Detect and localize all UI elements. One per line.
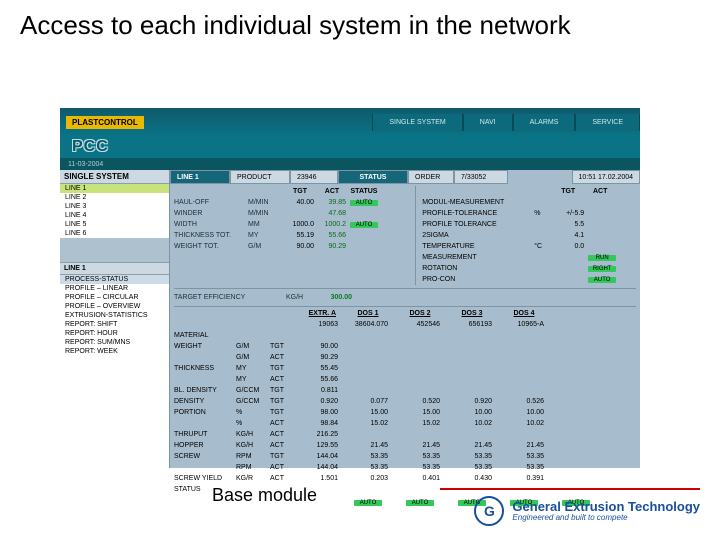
menu-report-summns[interactable]: REPORT: SUM/MNS — [60, 338, 169, 347]
status-product-label: PRODUCT — [230, 170, 290, 184]
hdr-act-r: ACT — [586, 188, 618, 195]
right-row: ROTATIONRIGHT — [422, 263, 636, 274]
tab-alarms[interactable]: ALARMS — [513, 114, 576, 131]
status-status-label: STATUS — [338, 170, 408, 184]
tab-single-system[interactable]: SINGLE SYSTEM — [372, 114, 462, 131]
sidebar-header-line: LINE 1 — [60, 262, 169, 275]
dos-row: THRUPUTKG/HACT216.25 — [174, 431, 636, 442]
status-bar: LINE 1 PRODUCT 23946 STATUS ORDER 7/3305… — [170, 170, 640, 184]
status-product-value: 23946 — [290, 170, 338, 184]
logo-tagline: Engineered and built to compete — [512, 513, 700, 522]
right-row: TEMPERATURE°C0.0 — [422, 241, 636, 252]
sidebar-lines: LINE 1 LINE 2 LINE 3 LINE 4 LINE 5 LINE … — [60, 184, 169, 238]
tab-service[interactable]: SERVICE — [575, 114, 640, 131]
sidebar-menu: PROCESS-STATUS PROFILE – LINEAR PROFILE … — [60, 275, 169, 468]
sidebar-line-6[interactable]: LINE 6 — [60, 229, 169, 238]
right-row: MODUL-MEASUREMENT — [422, 197, 636, 208]
logo-mark-icon: G — [474, 496, 504, 526]
dos-row: DENSITYG/CCMTGT0.9200.0770.5200.9200.526 — [174, 398, 636, 409]
dos-codes: 19063 38604.070 452546 656193 10965-A — [174, 321, 636, 332]
sidebar-line-5[interactable]: LINE 5 — [60, 220, 169, 229]
top-tabs: SINGLE SYSTEM NAVI ALARMS SERVICE — [372, 114, 640, 131]
auto-btn-extr[interactable]: AUTO — [354, 500, 382, 506]
status-order-value: 7/33052 — [454, 170, 508, 184]
hdr-tgt: TGT — [286, 188, 318, 195]
sidebar-line-4[interactable]: LINE 4 — [60, 211, 169, 220]
dos-row: BL. DENSITYG/CCMTGT0.811 — [174, 387, 636, 398]
tab-navi[interactable]: NAVI — [463, 114, 513, 131]
menu-report-shift[interactable]: REPORT: SHIFT — [60, 320, 169, 329]
slide-caption: Base module — [212, 485, 317, 506]
dos-row: SCREWRPMTGT144.0453.3553.3553.3553.35 — [174, 453, 636, 464]
dos-row: PORTION%TGT98.0015.0015.0010.0010.00 — [174, 409, 636, 420]
app-window: PLASTCONTROL SINGLE SYSTEM NAVI ALARMS S… — [60, 108, 640, 468]
dos-row: %ACT98.8415.0215.0210.0210.02 — [174, 420, 636, 431]
hdr-act: ACT — [318, 188, 350, 195]
top-row: HAUL-OFFM/MIN40.0039.85AUTO — [174, 197, 409, 208]
efficiency-row: TARGET EFFICIENCY KG/H 300.00 — [174, 292, 636, 303]
auto-btn-1[interactable]: AUTO — [406, 500, 434, 506]
hdr-status: STATUS — [350, 188, 382, 195]
red-divider — [440, 488, 700, 490]
top-row: THICKNESS TOT.MY55.1955.66 — [174, 230, 409, 241]
pcc-row: PCC — [60, 136, 640, 158]
top-row: WINDERM/MIN47.68 — [174, 208, 409, 219]
menu-profile-overview[interactable]: PROFILE – OVERVIEW — [60, 302, 169, 311]
topbar: PLASTCONTROL SINGLE SYSTEM NAVI ALARMS S… — [60, 108, 640, 136]
top-right-block: TGT ACT MODUL-MEASUREMENTPROFILE-TOLERAN… — [415, 186, 636, 285]
sidebar-line-2[interactable]: LINE 2 — [60, 193, 169, 202]
menu-report-hour[interactable]: REPORT: HOUR — [60, 329, 169, 338]
main-panel: LINE 1 PRODUCT 23946 STATUS ORDER 7/3305… — [170, 170, 640, 468]
right-row: PRO-CONAUTO — [422, 274, 636, 285]
dos-row: HOPPERKG/HACT129.5521.4521.4521.4521.45 — [174, 442, 636, 453]
menu-profile-circular[interactable]: PROFILE – CIRCULAR — [60, 293, 169, 302]
date-text: 11-03-2004 — [68, 161, 103, 168]
dos-row: RPMACT144.0453.3553.3553.3553.35 — [174, 464, 636, 475]
status-clock: 10:51 17.02.2004 — [572, 170, 641, 184]
brand-plast: PLASTCONTROL — [66, 116, 144, 129]
menu-report-week[interactable]: REPORT: WEEK — [60, 347, 169, 356]
menu-extrusion-statistics[interactable]: EXTRUSION-STATISTICS — [60, 311, 169, 320]
slide-title: Access to each individual system in the … — [0, 0, 720, 49]
menu-profile-linear[interactable]: PROFILE – LINEAR — [60, 284, 169, 293]
dos-row: THICKNESSMYTGT55.45 — [174, 365, 636, 376]
date-bar: 11-03-2004 — [60, 158, 640, 170]
top-row: WIDTHMM1000.01000.2AUTO — [174, 219, 409, 230]
pcc-logo: PCC — [72, 138, 109, 156]
top-row: WEIGHT TOT.G/M90.0090.29 — [174, 241, 409, 252]
logo-name: General Extrusion Technology — [512, 500, 700, 513]
footer-logo: G General Extrusion Technology Engineere… — [474, 496, 700, 526]
dos-row: MATERIAL — [174, 332, 636, 343]
sidebar-line-3[interactable]: LINE 3 — [60, 202, 169, 211]
menu-process-status[interactable]: PROCESS-STATUS — [60, 275, 169, 284]
top-left-block: TGT ACT STATUS HAUL-OFFM/MIN40.0039.85AU… — [174, 186, 409, 285]
sidebar-line-1[interactable]: LINE 1 — [60, 184, 169, 193]
dos-row: G/MACT90.29 — [174, 354, 636, 365]
sidebar-header-single-system: SINGLE SYSTEM — [60, 170, 169, 184]
right-row: PROFILE-TOLERANCE%+/-5.9 — [422, 208, 636, 219]
right-row: MEASUREMENTRUN — [422, 252, 636, 263]
sidebar: SINGLE SYSTEM LINE 1 LINE 2 LINE 3 LINE … — [60, 170, 170, 468]
hdr-tgt-r: TGT — [554, 188, 586, 195]
right-row: PROFILE TOLERANCE5.5 — [422, 219, 636, 230]
right-row: 2SIGMA4.1 — [422, 230, 636, 241]
dos-header: EXTR. A DOS 1 DOS 2 DOS 3 DOS 4 — [174, 310, 636, 321]
status-line: LINE 1 — [170, 170, 230, 184]
dos-row: WEIGHTG/MTGT90.00 — [174, 343, 636, 354]
dos-row: MYACT55.66 — [174, 376, 636, 387]
status-order-label: ORDER — [408, 170, 454, 184]
